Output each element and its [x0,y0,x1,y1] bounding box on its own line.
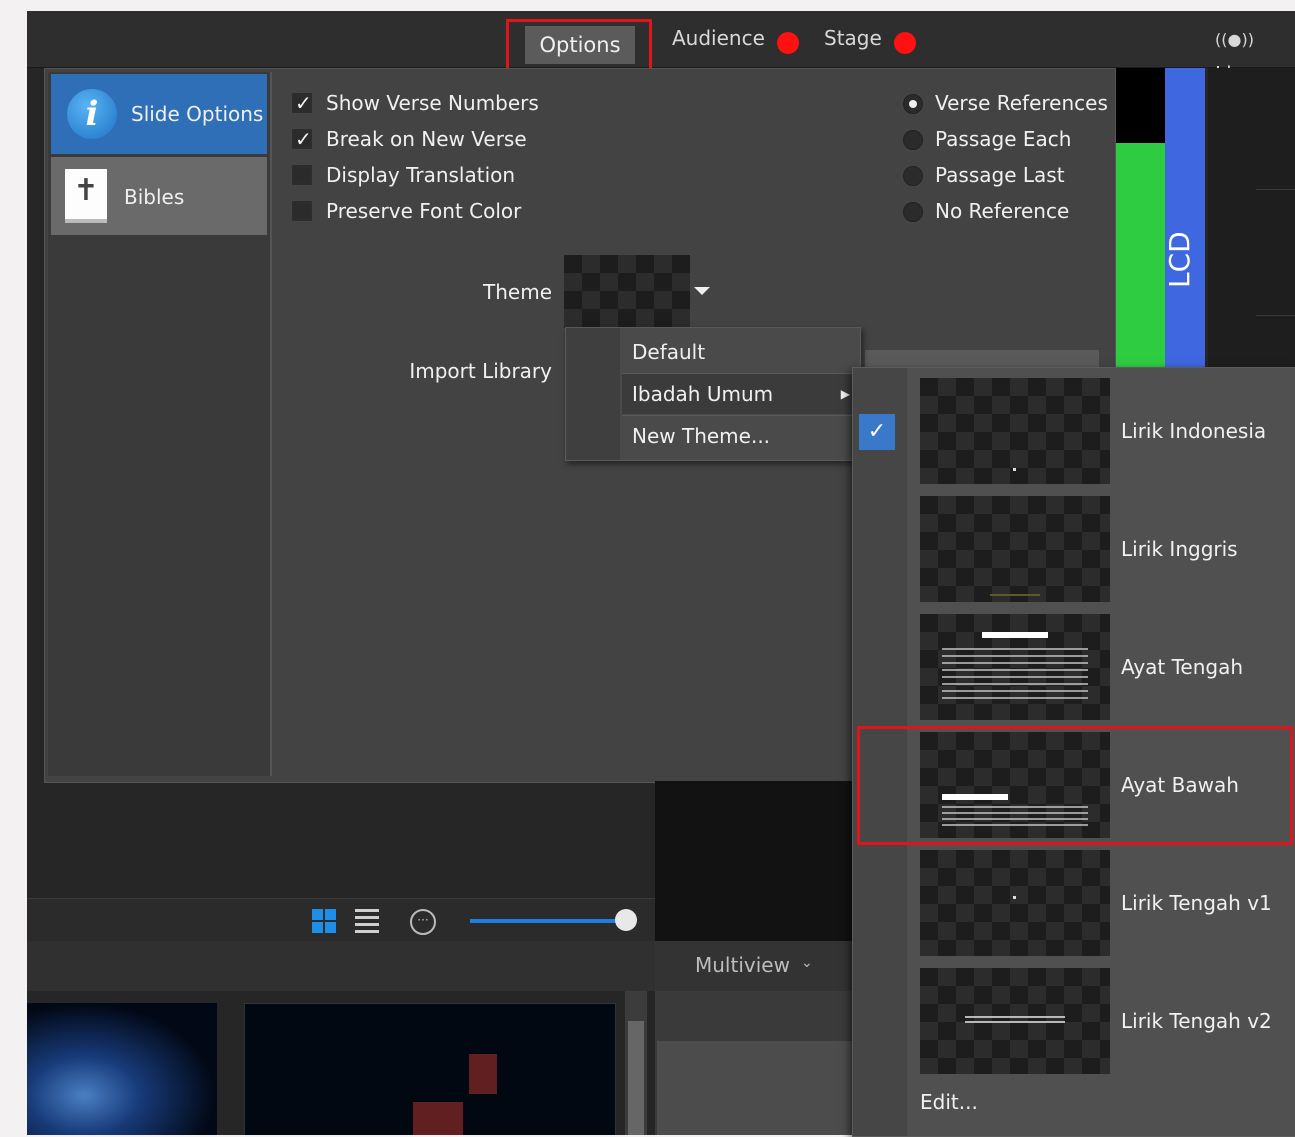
thumbnail-marker [990,594,1040,596]
multiview-bar: Multiview ⌄ [655,941,880,991]
thumbnail-graphic [469,1054,497,1094]
theme-item-lirik-inggris[interactable]: Lirik Inggris [853,486,1295,602]
theme-item-lirik-tengah-v1[interactable]: Lirik Tengah v1 [853,840,1295,956]
theme-name: Ayat Tengah [1121,655,1244,679]
stage-status-dot [894,32,916,54]
slide-thumbnail[interactable] [27,1003,217,1135]
chevron-right-icon: ▶ [840,387,850,401]
lcd-label: LCD [1163,231,1196,288]
options-sidebar: i Slide Options ✝ Bibles [48,72,272,776]
theme-name: Lirik Tengah v2 [1121,1009,1272,1033]
more-icon[interactable]: ··· [410,909,436,935]
multiview-dropdown[interactable]: Multiview [695,953,790,977]
theme-thumbnail [920,850,1110,956]
radio-button[interactable] [903,166,923,186]
audience-status-dot [777,32,799,54]
chevron-down-icon[interactable]: ⌄ [801,955,813,971]
live-button[interactable]: ((●)) Live [1215,21,1295,86]
thumbnail-marker [1013,468,1016,481]
thumbnail-title-bar [982,632,1048,638]
theme-dropdown-menu: Default Ibadah Umum ▶ New Theme... [565,327,861,461]
menu-item-new-theme[interactable]: New Theme... [622,416,858,456]
theme-item-lirik-indonesia[interactable]: ✓ Lirik Indonesia [853,368,1295,484]
checkbox-label: Display Translation [326,163,516,187]
checkbox-label: Break on New Verse [326,127,527,151]
theme-thumbnail [920,614,1110,720]
radio-button[interactable] [903,94,923,114]
radio-label: Passage Last [935,163,1065,187]
zoom-slider[interactable] [470,919,626,923]
thumbnail-scrollbar[interactable] [625,991,647,1135]
ayat-bawah-highlight [857,726,1293,845]
menu-gutter [566,328,620,460]
thumbnail-graphic [413,1102,463,1135]
sidebar-item-label: Slide Options [131,102,264,126]
import-library-label: Import Library [409,359,552,383]
theme-item-ayat-tengah[interactable]: Ayat Tengah [853,604,1295,720]
theme-thumbnail [920,378,1110,484]
theme-label: Theme [483,280,552,304]
theme-preview-dropdown[interactable] [564,255,690,328]
sidebar-item-label: Bibles [124,185,185,209]
theme-thumbnail [920,496,1110,602]
checkbox-label: Preserve Font Color [326,199,522,223]
multiview-slot [657,1041,880,1135]
top-bar: Options Audience Stage ((●)) Live [27,11,1295,86]
radio-label: No Reference [935,199,1070,223]
sidebar-item-bibles[interactable]: ✝ Bibles [51,157,267,235]
multiview-panel [655,991,880,1135]
list-view-icon[interactable] [355,909,379,933]
slide-thumbnail[interactable] [244,1003,616,1135]
thumbnail-header-bar [27,941,655,991]
radio-label: Verse References [935,91,1108,115]
divider [1256,189,1295,190]
checkbox-box[interactable] [292,201,312,221]
bible-icon: ✝ [65,169,107,223]
check-icon: ✓ [859,414,895,450]
lcd-black-block [1115,68,1165,143]
sidebar-item-slide-options[interactable]: i Slide Options [51,74,267,154]
chevron-down-icon[interactable] [694,287,710,295]
scrollbar-thumb[interactable] [628,1021,644,1135]
info-icon: i [67,89,117,139]
thumbnail-body-text [965,1016,1065,1026]
lcd-blue-block [1165,68,1205,368]
checkbox-box[interactable] [292,165,312,185]
radio-button[interactable] [903,202,923,222]
menu-item-edit[interactable]: Edit... [920,1090,978,1114]
theme-name: Lirik Tengah v1 [1121,891,1272,915]
radio-button[interactable] [903,130,923,150]
library-toolbar: ··· [27,898,655,941]
menu-item-label: Ibadah Umum [632,382,774,406]
lcd-green-block [1115,143,1165,368]
right-preview-area [1208,68,1295,368]
theme-name: Lirik Indonesia [1121,419,1267,443]
zoom-slider-thumb[interactable] [615,909,637,931]
menu-item-ibadah-umum[interactable]: Ibadah Umum ▶ [622,374,858,414]
theme-name: Lirik Inggris [1121,537,1238,561]
stage-button[interactable]: Stage [824,21,882,55]
theme-thumbnail [920,968,1110,1074]
lcd-screen-indicator: LCD [1115,68,1208,368]
menu-item-default[interactable]: Default [622,332,858,372]
thumbnail-body-text [942,648,1088,704]
audience-button[interactable]: Audience [672,21,765,55]
checkbox-box[interactable] [292,127,312,151]
radio-label: Passage Each [935,127,1072,151]
grid-view-icon[interactable] [312,909,336,933]
checkbox-box[interactable] [292,91,312,115]
checkbox-label: Show Verse Numbers [326,91,539,115]
broadcast-icon: ((●)) [1215,30,1254,49]
theme-item-lirik-tengah-v2[interactable]: Lirik Tengah v2 [853,958,1295,1074]
divider [1256,315,1295,316]
thumbnail-marker [1013,896,1016,911]
